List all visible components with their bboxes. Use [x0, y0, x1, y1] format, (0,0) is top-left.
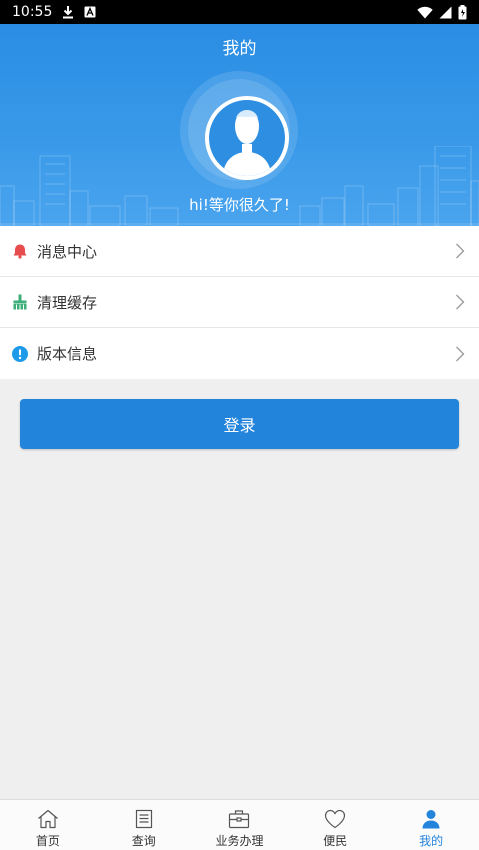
- bottom-tab-bar: 首页 查询 业务办理 便民 我的: [0, 799, 479, 850]
- tab-query[interactable]: 查询: [96, 800, 192, 850]
- chevron-right-icon: [455, 294, 465, 310]
- menu-item-label: 清理缓存: [37, 293, 98, 312]
- chevron-right-icon: [455, 243, 465, 259]
- signal-icon: [439, 6, 452, 19]
- briefcase-icon: [227, 808, 251, 830]
- tab-convenience[interactable]: 便民: [287, 800, 383, 850]
- tab-home[interactable]: 首页: [0, 800, 96, 850]
- tab-label: 业务办理: [215, 834, 264, 848]
- tab-label: 我的: [419, 834, 444, 848]
- profile-header: 我的 hi!等你很久了!: [0, 24, 479, 226]
- home-icon: [36, 808, 60, 830]
- chevron-right-icon: [455, 346, 465, 362]
- tab-label: 首页: [35, 834, 60, 848]
- broom-icon: [12, 294, 28, 310]
- heart-icon: [323, 808, 347, 830]
- tab-label: 便民: [323, 834, 348, 848]
- download-icon: [62, 5, 74, 19]
- user-icon: [419, 808, 443, 830]
- tab-label: 查询: [131, 834, 156, 848]
- avatar-halo: [180, 71, 298, 189]
- menu-item-label: 消息中心: [37, 242, 98, 261]
- battery-icon: [458, 4, 467, 20]
- login-button[interactable]: 登录: [20, 399, 459, 449]
- document-icon: [132, 808, 156, 830]
- wifi-icon: [417, 6, 433, 19]
- tab-mine[interactable]: 我的: [383, 800, 479, 850]
- menu-item-message-center[interactable]: 消息中心: [0, 226, 479, 277]
- greeting-text: hi!等你很久了!: [189, 196, 290, 214]
- menu-item-version-info[interactable]: 版本信息: [0, 328, 479, 379]
- menu-item-label: 版本信息: [37, 345, 98, 363]
- settings-menu: 消息中心 清理缓存 版本信息: [0, 226, 479, 379]
- status-time: 10:55: [12, 4, 53, 20]
- a-icon: [84, 6, 96, 18]
- avatar[interactable]: [205, 96, 289, 180]
- tab-business[interactable]: 业务办理: [192, 800, 288, 850]
- bell-icon: [12, 243, 28, 259]
- info-icon: [12, 345, 28, 362]
- user-silhouette-icon: [223, 110, 271, 176]
- status-bar: 10:55: [0, 0, 479, 24]
- menu-item-clear-cache[interactable]: 清理缓存: [0, 277, 479, 328]
- page-title: 我的: [222, 39, 257, 59]
